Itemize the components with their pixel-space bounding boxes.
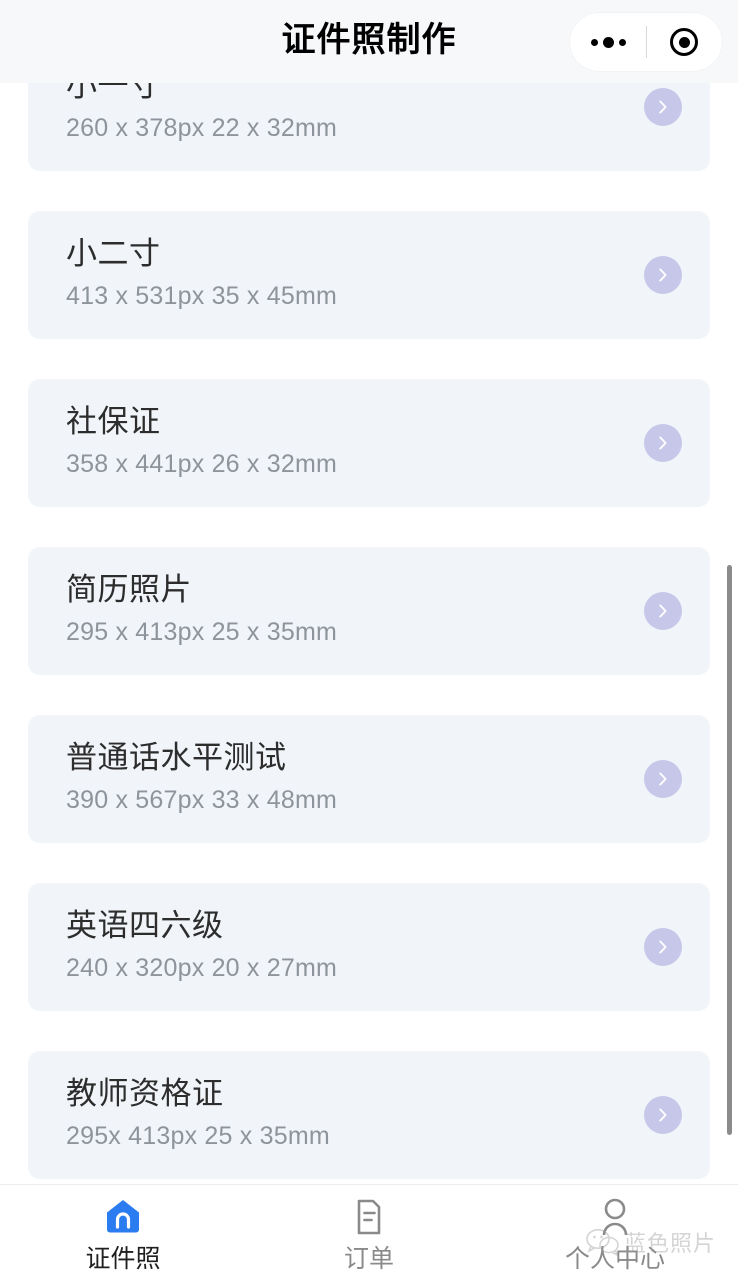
- chevron-right-icon[interactable]: [644, 424, 682, 462]
- capsule-divider: [646, 26, 647, 58]
- chevron-right-icon[interactable]: [644, 760, 682, 798]
- size-card-spec: 240 x 320px 20 x 27mm: [66, 954, 338, 982]
- chevron-right-icon[interactable]: [644, 88, 682, 126]
- size-card-title: 普通话水平测试: [66, 740, 287, 775]
- person-icon: [592, 1194, 638, 1240]
- mini-program-page: 证件照制作 小一寸 260 x 378px 22 x 32mm 小二寸 413 x 5…: [0, 0, 738, 1280]
- size-list: 小一寸 260 x 378px 22 x 32mm 小二寸 413 x 531px 3…: [0, 83, 738, 1185]
- size-card-spec: 260 x 378px 22 x 32mm: [66, 114, 338, 142]
- size-card-title: 小一寸: [66, 83, 161, 103]
- size-card[interactable]: 英语四六级 240 x 320px 20 x 27mm: [28, 883, 710, 1011]
- tab-orders[interactable]: 订单: [246, 1185, 492, 1280]
- document-icon: [346, 1194, 392, 1240]
- tab-label: 个人中心: [564, 1244, 665, 1273]
- size-card-spec: 358 x 441px 26 x 32mm: [66, 450, 338, 478]
- wechat-capsule-bar[interactable]: [570, 13, 722, 71]
- size-card[interactable]: 普通话水平测试 390 x 567px 33 x 48mm: [28, 715, 710, 843]
- tab-id-photo[interactable]: 证件照: [0, 1185, 246, 1280]
- chevron-right-icon[interactable]: [644, 928, 682, 966]
- chevron-right-icon[interactable]: [644, 592, 682, 630]
- tab-profile[interactable]: 个人中心: [492, 1185, 738, 1280]
- page-title: 证件照制作: [281, 20, 457, 59]
- size-card-spec: 295x 413px 25 x 35mm: [66, 1122, 330, 1150]
- target-circle-icon: [670, 28, 698, 56]
- size-card[interactable]: 简历照片 295 x 413px 25 x 35mm: [28, 547, 710, 675]
- size-card-title: 小二寸: [66, 236, 161, 271]
- more-dots-icon: [590, 36, 626, 48]
- vertical-scrollbar[interactable]: [727, 565, 732, 1135]
- bottom-tab-bar: 证件照 订单 个人中心: [0, 1184, 738, 1280]
- navigation-bar: 证件照制作: [0, 0, 738, 83]
- chevron-right-icon[interactable]: [644, 256, 682, 294]
- more-menu-button[interactable]: [570, 13, 646, 71]
- size-card-spec: 390 x 567px 33 x 48mm: [66, 786, 338, 814]
- size-card-spec: 295 x 413px 25 x 35mm: [66, 618, 338, 646]
- size-card[interactable]: 小二寸 413 x 531px 35 x 45mm: [28, 211, 710, 339]
- size-card-title: 社保证: [66, 404, 161, 439]
- size-card-title: 简历照片: [66, 572, 192, 607]
- size-card[interactable]: 社保证 358 x 441px 26 x 32mm: [28, 379, 710, 507]
- home-icon: [100, 1194, 146, 1240]
- size-card-spec: 413 x 531px 35 x 45mm: [66, 282, 338, 310]
- size-list-scroll-area[interactable]: 小一寸 260 x 378px 22 x 32mm 小二寸 413 x 531px 3…: [0, 83, 738, 1185]
- size-card-title: 英语四六级: [66, 908, 224, 943]
- tab-label: 订单: [343, 1244, 394, 1273]
- tab-label: 证件照: [85, 1244, 161, 1273]
- size-card[interactable]: 教师资格证 295x 413px 25 x 35mm: [28, 1051, 710, 1179]
- size-card-title: 教师资格证: [66, 1076, 224, 1111]
- close-miniprogram-button[interactable]: [646, 13, 722, 71]
- chevron-right-icon[interactable]: [644, 1096, 682, 1134]
- size-card[interactable]: 小一寸 260 x 378px 22 x 32mm: [28, 83, 710, 171]
